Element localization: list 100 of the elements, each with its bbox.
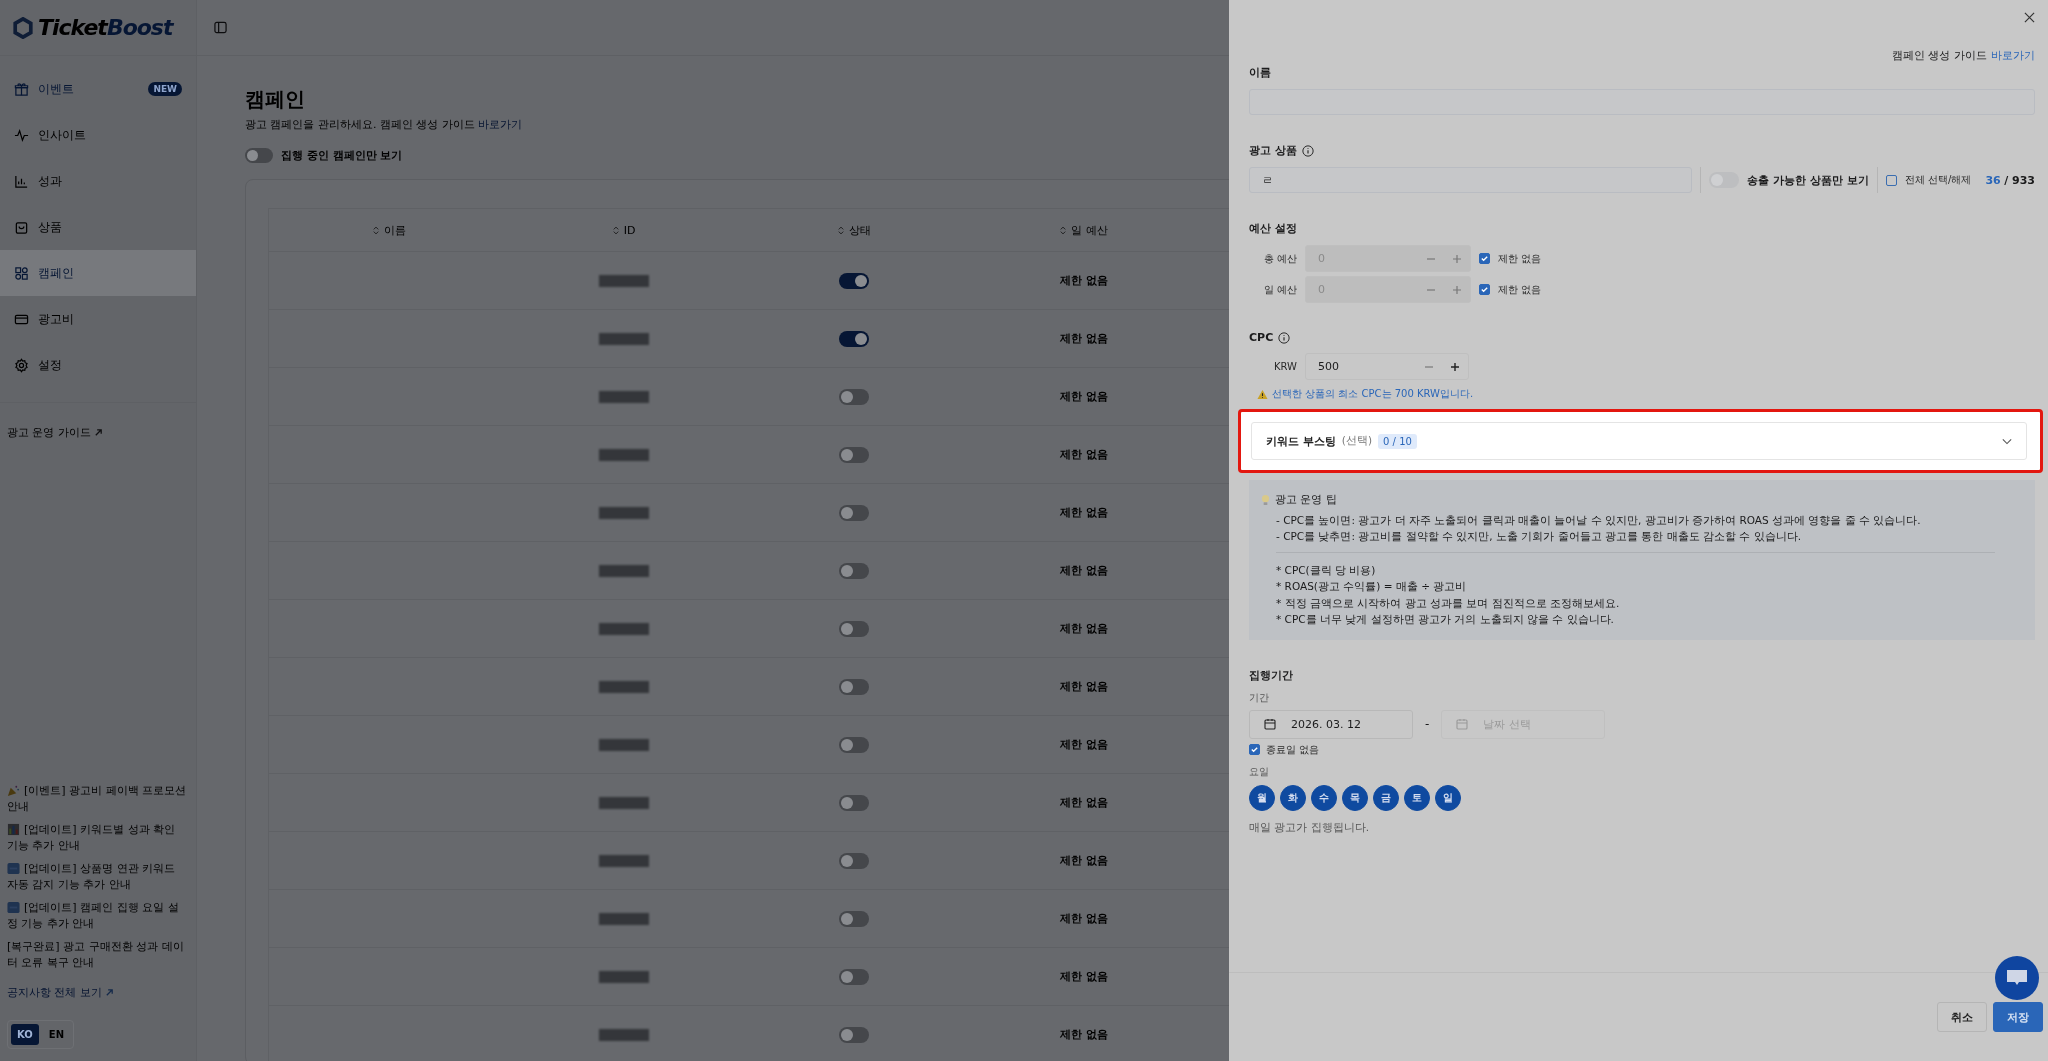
nav-item[interactable]: 상품 [0,204,196,250]
cancel-button[interactable]: 취소 [1937,1002,1987,1032]
status-toggle[interactable] [839,504,869,521]
status-toggle[interactable] [839,620,869,637]
field-label: CPC [1249,331,1274,344]
page-subtitle: 광고 캠페인을 관리하세요. 캠페인 생성 가이드 바로가기 [245,117,524,132]
status-toggle[interactable] [839,562,869,579]
close-icon[interactable] [2024,12,2035,23]
weekday-toggle[interactable]: 수 [1311,784,1337,811]
nav-item[interactable]: 성과 [0,158,196,204]
table-cell: 제한 없음 [1060,273,1108,288]
nav-item[interactable]: 설정 [0,342,196,388]
notice-link[interactable]: [업데이트] 키워드별 성과 확인 기능 추가 안내 [7,822,189,854]
light-bulb-icon [1261,493,1270,507]
guide-link[interactable]: 바로가기 [478,118,523,131]
nav-item[interactable]: 인사이트 [0,112,196,158]
checkbox[interactable] [1479,284,1490,295]
table-cell: 제한 없음 [1060,737,1108,752]
blurred-id [599,680,649,693]
status-toggle[interactable] [839,678,869,695]
table-cell: 제한 없음 [1060,679,1108,694]
sort-icon[interactable] [1060,225,1067,235]
blurred-id [599,332,649,345]
info-icon[interactable] [1301,144,1314,157]
blurred-id [599,506,649,519]
party-popper-icon [7,784,20,797]
table-cell: 제한 없음 [1060,911,1108,926]
column-header: ID [623,223,636,237]
start-date-field[interactable]: 2026. 03. 12 [1249,709,1413,739]
all-notices-link[interactable]: 공지사항 전체 보기 [7,985,102,1000]
checkbox[interactable] [1885,174,1897,186]
status-toggle[interactable] [839,794,869,811]
logo-icon [12,16,34,39]
status-toggle[interactable] [839,910,869,927]
activity-icon [14,127,29,143]
status-toggle[interactable] [839,446,869,463]
table-cell: 제한 없음 [1060,389,1108,404]
blurred-id [599,796,649,809]
period-label: 기간 [1249,690,1270,705]
checkbox[interactable] [1249,744,1260,755]
info-icon[interactable] [1278,331,1291,344]
number-stepper[interactable]: 500 [1305,353,1469,380]
date-separator: - [1425,717,1430,731]
nav-item[interactable]: 이벤트 NEW [0,66,196,112]
language-option[interactable]: EN [42,1024,70,1045]
column-header: 이름 [383,222,406,238]
sort-icon[interactable] [372,225,379,235]
notice-link[interactable]: [업데이트] 상품명 연관 키워드 자동 감지 기능 추가 안내 [7,861,189,893]
bar-chart-icon [7,823,20,836]
notice-link[interactable]: [업데이트] 캠페인 집행 요일 설정 기능 추가 안내 [7,900,189,932]
weekday-toggle[interactable]: 월 [1249,784,1275,811]
keyword-boost-accordion[interactable]: 키워드 부스팅 (선택) 0 / 10 [1251,422,2027,460]
blurred-id [599,448,649,461]
tip-note: * CPC를 너무 낮게 설정하면 광고가 거의 노출되지 않을 수 있습니다. [1275,612,1615,627]
weekday-toggle[interactable]: 목 [1342,784,1368,811]
checkbox-label: 제한 없음 [1498,251,1542,266]
sort-icon[interactable] [612,225,619,235]
weekday-toggle[interactable]: 화 [1280,784,1306,811]
notice-link[interactable]: [이벤트] 광고비 페이백 프로모션 안내 [7,783,189,815]
status-toggle[interactable] [839,852,869,869]
status-toggle[interactable] [839,1026,869,1043]
nav-item[interactable]: 캠페인 [0,250,196,296]
blurred-id [599,1028,649,1041]
weekday-toggle[interactable]: 일 [1435,784,1461,811]
status-toggle[interactable] [839,388,869,405]
warning-icon [1257,388,1268,400]
external-link-icon [105,988,114,997]
calendar-icon [1264,718,1276,730]
checkbox[interactable] [1479,253,1490,264]
column-header: 상태 [848,222,871,238]
status-toggle[interactable] [839,736,869,753]
field-label: 예산 설정 [1249,221,1298,236]
status-toggle[interactable] [839,272,869,289]
notice-link[interactable]: [복구완료] 광고 구매전환 성과 데이터 오류 복구 안내 [7,939,189,971]
days-label: 요일 [1249,764,1270,779]
toggle-switch[interactable] [245,148,273,163]
tip-note: * ROAS(광고 수익률) = 매출 ÷ 광고비 [1275,579,1468,594]
status-toggle[interactable] [839,330,869,347]
status-toggle[interactable] [839,968,869,985]
grid-icon [14,265,29,281]
budget-label: 총 예산 [1262,251,1297,266]
language-option[interactable]: KO [11,1024,39,1045]
sort-icon[interactable] [837,225,844,235]
plus-icon[interactable] [1450,361,1460,372]
weekday-toggle[interactable]: 금 [1373,784,1399,811]
warning-text: 선택한 상품의 최소 CPC는 700 KRW입니다. [1272,387,1474,401]
table-cell: 제한 없음 [1060,621,1108,636]
product-input[interactable]: ㄹ [1249,167,1693,193]
external-link-icon [94,428,103,437]
table-cell: 제한 없음 [1060,795,1108,810]
chat-button[interactable] [1995,956,2039,1000]
table-cell: 제한 없음 [1060,1027,1108,1042]
save-button[interactable]: 저장 [1993,1002,2043,1032]
sidebar-toggle-icon[interactable] [214,21,227,34]
tip-note: * 적정 금액으로 시작하여 광고 성과를 보며 점진적으로 조정해보세요. [1275,595,1621,611]
weekday-toggle[interactable]: 토 [1404,784,1430,811]
guide-link[interactable]: 바로가기 [1991,48,2035,63]
guide-link[interactable]: 광고 운영 가이드 [7,425,91,440]
nav-item[interactable]: 광고비 [0,296,196,342]
toggle-label: 송출 가능한 상품만 보기 [1747,172,1869,188]
